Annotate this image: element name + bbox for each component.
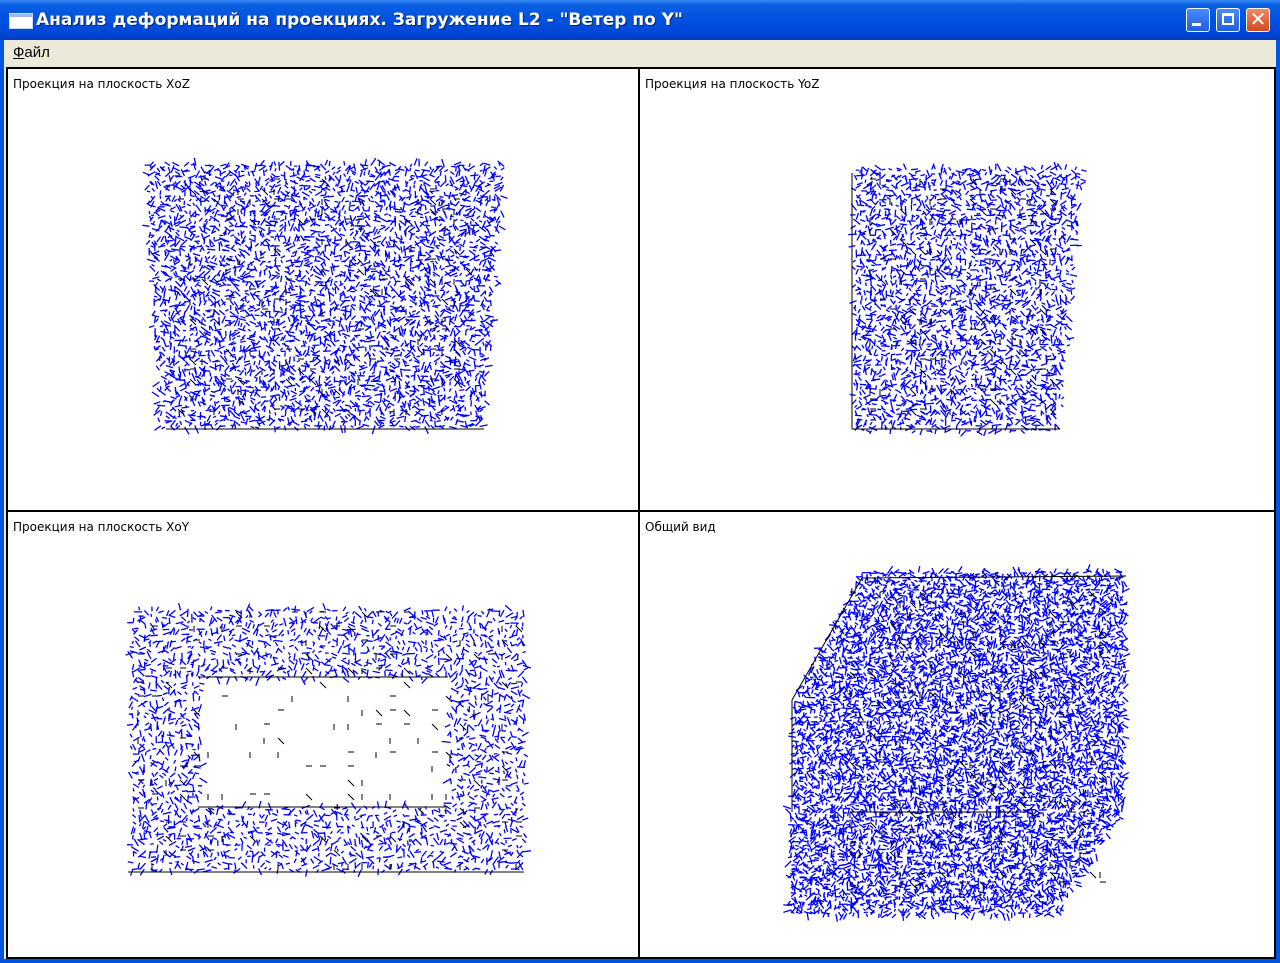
window-icon[interactable] <box>9 13 33 29</box>
close-button[interactable]: ✕ <box>1246 8 1270 32</box>
title-bar[interactable]: Анализ деформаций на проекциях. Загружен… <box>0 0 1280 40</box>
deformation-mesh <box>142 157 508 435</box>
viewport-grid: Проекция на плоскость XoZ Проекция на пл… <box>4 65 1276 959</box>
close-icon: ✕ <box>1249 7 1267 31</box>
deformation-mesh <box>125 602 532 877</box>
projection-xoz-pane[interactable]: Проекция на плоскость XoZ <box>6 67 642 514</box>
maximize-button[interactable] <box>1216 8 1240 32</box>
projection-yoz-plot <box>848 161 1087 437</box>
projection-xoy-pane[interactable]: Проекция на плоскость XoY <box>6 510 642 959</box>
menu-bar: Файл <box>4 40 1276 65</box>
projection-yoz-pane[interactable]: Проекция на плоскость YoZ <box>638 67 1276 514</box>
minimize-icon <box>1192 23 1201 26</box>
structure-frame-lines <box>137 611 523 870</box>
menu-file-label: айл <box>24 44 50 61</box>
menu-item-file[interactable]: Файл <box>13 44 50 61</box>
general-view-pane[interactable]: Общий вид <box>638 510 1276 959</box>
maximize-icon <box>1222 13 1234 25</box>
projection-xoy-plot <box>125 602 532 877</box>
general-view-plot <box>782 564 1131 922</box>
projection-xoz-plot <box>142 157 508 435</box>
menu-file-hotkey: Ф <box>13 44 25 61</box>
deformation-mesh <box>782 564 1131 922</box>
window-title: Анализ деформаций на проекциях. Загружен… <box>36 10 683 30</box>
application-window: Анализ деформаций на проекциях. Загружен… <box>0 0 1280 963</box>
minimize-button[interactable] <box>1186 8 1210 32</box>
